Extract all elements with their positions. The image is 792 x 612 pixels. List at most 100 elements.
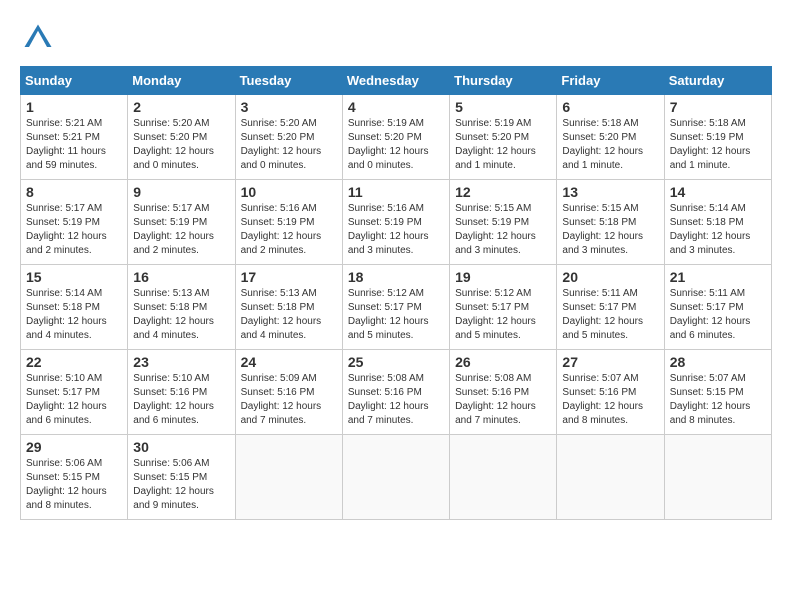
calendar-cell: [450, 435, 557, 520]
day-number: 29: [26, 439, 122, 455]
calendar-cell: 25 Sunrise: 5:08 AM Sunset: 5:16 PM Dayli…: [342, 350, 449, 435]
calendar-cell: 2 Sunrise: 5:20 AM Sunset: 5:20 PM Daylig…: [128, 95, 235, 180]
day-info: Sunrise: 5:14 AM Sunset: 5:18 PM Dayligh…: [670, 202, 766, 258]
calendar-cell: 9 Sunrise: 5:17 AM Sunset: 5:19 PM Daylig…: [128, 180, 235, 265]
day-number: 25: [348, 354, 444, 370]
day-info: Sunrise: 5:19 AM Sunset: 5:20 PM Dayligh…: [348, 117, 444, 173]
day-number: 20: [562, 269, 658, 285]
day-info: Sunrise: 5:11 AM Sunset: 5:17 PM Dayligh…: [670, 287, 766, 343]
day-info: Sunrise: 5:13 AM Sunset: 5:18 PM Dayligh…: [133, 287, 229, 343]
day-number: 18: [348, 269, 444, 285]
calendar-cell: [235, 435, 342, 520]
day-info: Sunrise: 5:07 AM Sunset: 5:16 PM Dayligh…: [562, 372, 658, 428]
calendar-cell: 18 Sunrise: 5:12 AM Sunset: 5:17 PM Dayli…: [342, 265, 449, 350]
day-number: 10: [241, 184, 337, 200]
day-info: Sunrise: 5:07 AM Sunset: 5:15 PM Dayligh…: [670, 372, 766, 428]
day-info: Sunrise: 5:17 AM Sunset: 5:19 PM Dayligh…: [26, 202, 122, 258]
day-number: 21: [670, 269, 766, 285]
calendar-cell: [664, 435, 771, 520]
calendar-cell: 6Sunrise: 5:18 AM Sunset: 5:20 PM Daylig…: [557, 95, 664, 180]
day-number: 13: [562, 184, 658, 200]
day-info: Sunrise: 5:15 AM Sunset: 5:19 PM Dayligh…: [455, 202, 551, 258]
day-info: Sunrise: 5:10 AM Sunset: 5:16 PM Dayligh…: [133, 372, 229, 428]
day-number: 1: [26, 99, 122, 115]
day-info: Sunrise: 5:20 AM Sunset: 5:20 PM Dayligh…: [241, 117, 337, 173]
calendar-cell: 8 Sunrise: 5:17 AM Sunset: 5:19 PM Daylig…: [21, 180, 128, 265]
column-header-sunday: Sunday: [21, 67, 128, 95]
logo: [20, 20, 60, 56]
calendar-cell: 19 Sunrise: 5:12 AM Sunset: 5:17 PM Dayli…: [450, 265, 557, 350]
calendar-week-row: 8 Sunrise: 5:17 AM Sunset: 5:19 PM Daylig…: [21, 180, 772, 265]
calendar-cell: 16 Sunrise: 5:13 AM Sunset: 5:18 PM Dayli…: [128, 265, 235, 350]
calendar-cell: 14 Sunrise: 5:14 AM Sunset: 5:18 PM Dayli…: [664, 180, 771, 265]
calendar-cell: 24 Sunrise: 5:09 AM Sunset: 5:16 PM Dayli…: [235, 350, 342, 435]
calendar-week-row: 29 Sunrise: 5:06 AM Sunset: 5:15 PM Dayli…: [21, 435, 772, 520]
calendar-cell: 22 Sunrise: 5:10 AM Sunset: 5:17 PM Dayli…: [21, 350, 128, 435]
column-header-monday: Monday: [128, 67, 235, 95]
day-number: 12: [455, 184, 551, 200]
day-info: Sunrise: 5:14 AM Sunset: 5:18 PM Dayligh…: [26, 287, 122, 343]
calendar-cell: 15 Sunrise: 5:14 AM Sunset: 5:18 PM Dayli…: [21, 265, 128, 350]
day-info: Sunrise: 5:17 AM Sunset: 5:19 PM Dayligh…: [133, 202, 229, 258]
calendar-cell: 7 Sunrise: 5:18 AM Sunset: 5:19 PM Daylig…: [664, 95, 771, 180]
day-number: 17: [241, 269, 337, 285]
day-number: 3: [241, 99, 337, 115]
calendar-cell: 20 Sunrise: 5:11 AM Sunset: 5:17 PM Dayli…: [557, 265, 664, 350]
column-header-thursday: Thursday: [450, 67, 557, 95]
day-info: Sunrise: 5:16 AM Sunset: 5:19 PM Dayligh…: [348, 202, 444, 258]
calendar-header-row: SundayMondayTuesdayWednesdayThursdayFrid…: [21, 67, 772, 95]
day-info: Sunrise: 5:06 AM Sunset: 5:15 PM Dayligh…: [133, 457, 229, 513]
calendar-cell: 26 Sunrise: 5:08 AM Sunset: 5:16 PM Dayli…: [450, 350, 557, 435]
calendar-cell: 21 Sunrise: 5:11 AM Sunset: 5:17 PM Dayli…: [664, 265, 771, 350]
day-number: 23: [133, 354, 229, 370]
column-header-wednesday: Wednesday: [342, 67, 449, 95]
day-number: 6: [562, 99, 658, 115]
day-info: Sunrise: 5:11 AM Sunset: 5:17 PM Dayligh…: [562, 287, 658, 343]
day-info: Sunrise: 5:09 AM Sunset: 5:16 PM Dayligh…: [241, 372, 337, 428]
day-info: Sunrise: 5:06 AM Sunset: 5:15 PM Dayligh…: [26, 457, 122, 513]
calendar-cell: [342, 435, 449, 520]
calendar-cell: [557, 435, 664, 520]
calendar-cell: 5Sunrise: 5:19 AM Sunset: 5:20 PM Daylig…: [450, 95, 557, 180]
day-number: 15: [26, 269, 122, 285]
day-info: Sunrise: 5:18 AM Sunset: 5:19 PM Dayligh…: [670, 117, 766, 173]
calendar-cell: 3 Sunrise: 5:20 AM Sunset: 5:20 PM Daylig…: [235, 95, 342, 180]
calendar-cell: 1 Sunrise: 5:21 AM Sunset: 5:21 PM Daylig…: [21, 95, 128, 180]
day-number: 22: [26, 354, 122, 370]
calendar-cell: 28Sunrise: 5:07 AM Sunset: 5:15 PM Dayli…: [664, 350, 771, 435]
day-number: 14: [670, 184, 766, 200]
page-header: [20, 20, 772, 56]
column-header-tuesday: Tuesday: [235, 67, 342, 95]
day-info: Sunrise: 5:08 AM Sunset: 5:16 PM Dayligh…: [348, 372, 444, 428]
day-info: Sunrise: 5:10 AM Sunset: 5:17 PM Dayligh…: [26, 372, 122, 428]
calendar-cell: 4Sunrise: 5:19 AM Sunset: 5:20 PM Daylig…: [342, 95, 449, 180]
day-number: 26: [455, 354, 551, 370]
day-info: Sunrise: 5:16 AM Sunset: 5:19 PM Dayligh…: [241, 202, 337, 258]
calendar-week-row: 15 Sunrise: 5:14 AM Sunset: 5:18 PM Dayli…: [21, 265, 772, 350]
day-info: Sunrise: 5:12 AM Sunset: 5:17 PM Dayligh…: [455, 287, 551, 343]
day-info: Sunrise: 5:21 AM Sunset: 5:21 PM Dayligh…: [26, 117, 122, 173]
day-number: 9: [133, 184, 229, 200]
calendar-cell: 29 Sunrise: 5:06 AM Sunset: 5:15 PM Dayli…: [21, 435, 128, 520]
calendar-week-row: 22 Sunrise: 5:10 AM Sunset: 5:17 PM Dayli…: [21, 350, 772, 435]
calendar-week-row: 1 Sunrise: 5:21 AM Sunset: 5:21 PM Daylig…: [21, 95, 772, 180]
column-header-friday: Friday: [557, 67, 664, 95]
column-header-saturday: Saturday: [664, 67, 771, 95]
logo-icon: [20, 20, 56, 56]
day-info: Sunrise: 5:12 AM Sunset: 5:17 PM Dayligh…: [348, 287, 444, 343]
calendar-cell: 17 Sunrise: 5:13 AM Sunset: 5:18 PM Dayli…: [235, 265, 342, 350]
calendar-cell: 12 Sunrise: 5:15 AM Sunset: 5:19 PM Dayli…: [450, 180, 557, 265]
day-number: 19: [455, 269, 551, 285]
day-number: 8: [26, 184, 122, 200]
day-info: Sunrise: 5:13 AM Sunset: 5:18 PM Dayligh…: [241, 287, 337, 343]
calendar-table: SundayMondayTuesdayWednesdayThursdayFrid…: [20, 66, 772, 520]
calendar-cell: 10 Sunrise: 5:16 AM Sunset: 5:19 PM Dayli…: [235, 180, 342, 265]
day-number: 7: [670, 99, 766, 115]
day-number: 11: [348, 184, 444, 200]
day-info: Sunrise: 5:19 AM Sunset: 5:20 PM Dayligh…: [455, 117, 551, 173]
day-number: 24: [241, 354, 337, 370]
day-number: 2: [133, 99, 229, 115]
day-info: Sunrise: 5:20 AM Sunset: 5:20 PM Dayligh…: [133, 117, 229, 173]
day-number: 16: [133, 269, 229, 285]
day-info: Sunrise: 5:08 AM Sunset: 5:16 PM Dayligh…: [455, 372, 551, 428]
